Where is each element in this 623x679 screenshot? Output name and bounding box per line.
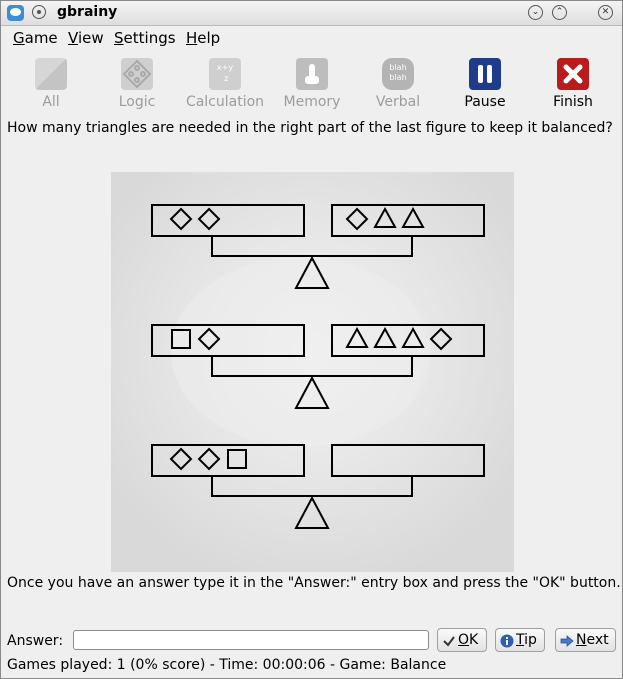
logic-icon — [121, 58, 153, 90]
gbrainy-window: gbrainy ⌄ ⌃ ✕ Game View Settings Help Al… — [0, 0, 623, 679]
instructions-text: Once you have an answer type it in the "… — [7, 575, 621, 591]
answer-label: Answer: — [7, 633, 64, 649]
all-games-button[interactable]: All — [11, 58, 91, 110]
calculation-label: Calculation — [185, 94, 265, 110]
calculation-games-button[interactable]: x+y z Calculation — [185, 58, 265, 110]
arrow-right-icon — [560, 633, 574, 647]
answer-row: Answer: OK Tip Next — [1, 628, 622, 656]
minimize-icon[interactable]: ⌄ — [528, 5, 543, 20]
info-icon — [500, 633, 514, 648]
pause-button[interactable]: Pause — [445, 58, 525, 110]
close-icon[interactable]: ✕ — [598, 5, 613, 20]
all-label: All — [42, 94, 60, 110]
menu-help[interactable]: Help — [186, 29, 220, 47]
puzzle-area — [111, 172, 514, 572]
pause-label: Pause — [464, 94, 506, 110]
answer-input[interactable] — [73, 630, 429, 650]
verbal-label: Verbal — [375, 94, 421, 110]
maximize-icon[interactable]: ⌃ — [552, 5, 567, 20]
memory-label: Memory — [283, 94, 341, 110]
memory-icon — [296, 58, 328, 90]
memory-games-button[interactable]: Memory — [272, 58, 352, 110]
finish-label: Finish — [553, 94, 593, 110]
check-icon — [442, 633, 456, 647]
status-bar: Games played: 1 (0% score) - Time: 00:00… — [7, 657, 447, 673]
brain-watermark — [171, 257, 431, 447]
title-bar[interactable]: gbrainy ⌄ ⌃ ✕ — [1, 1, 622, 26]
finish-button[interactable]: Finish — [533, 58, 613, 110]
question-text: How many triangles are needed in the rig… — [7, 120, 613, 136]
finish-icon — [557, 58, 589, 90]
tip-button[interactable]: Tip — [495, 628, 545, 652]
toolbar: All Logic x+y z Calculation Memory blah … — [1, 54, 622, 116]
menu-game[interactable]: Game — [13, 29, 58, 47]
verbal-games-button[interactable]: blah blah Verbal — [358, 58, 438, 110]
logic-label: Logic — [118, 94, 156, 110]
verbal-icon: blah blah — [382, 58, 414, 90]
menu-view[interactable]: View — [68, 29, 104, 47]
app-icon[interactable] — [7, 5, 24, 21]
pause-icon — [469, 58, 501, 90]
menu-bar: Game View Settings Help — [1, 26, 622, 50]
window-menu-icon[interactable] — [32, 5, 46, 19]
calculation-icon: x+y z — [209, 58, 241, 90]
next-button[interactable]: Next — [555, 628, 616, 652]
logic-games-button[interactable]: Logic — [97, 58, 177, 110]
window-title: gbrainy — [57, 4, 118, 20]
menu-settings[interactable]: Settings — [114, 29, 176, 47]
ok-button[interactable]: OK — [437, 628, 487, 652]
all-icon — [35, 58, 67, 90]
